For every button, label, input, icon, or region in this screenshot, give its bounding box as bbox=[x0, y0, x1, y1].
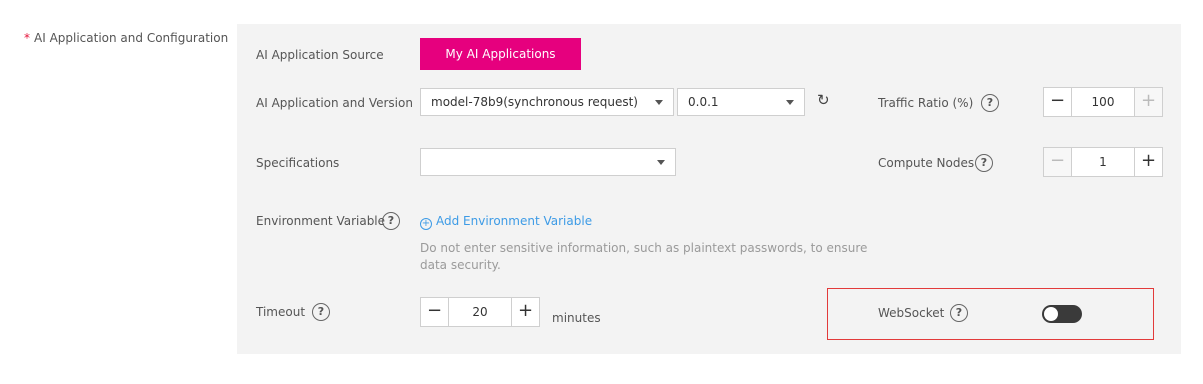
add-circle-icon: + bbox=[420, 218, 432, 230]
ai-application-value: model-78b9(synchronous request) bbox=[431, 95, 638, 109]
chevron-down-icon bbox=[655, 100, 663, 105]
version-select[interactable]: 0.0.1 bbox=[677, 88, 805, 116]
help-icon[interactable]: ? bbox=[950, 304, 968, 322]
source-label: AI Application Source bbox=[256, 48, 384, 62]
websocket-label: WebSocket bbox=[878, 306, 945, 320]
my-ai-applications-button[interactable]: My AI Applications bbox=[420, 38, 581, 70]
specifications-label: Specifications bbox=[256, 156, 340, 170]
timeout-stepper[interactable]: − 20 + bbox=[420, 297, 540, 327]
app-version-label: AI Application and Version bbox=[256, 96, 413, 110]
version-value: 0.0.1 bbox=[688, 95, 719, 109]
decrement-button[interactable]: − bbox=[421, 298, 449, 326]
chevron-down-icon bbox=[786, 100, 794, 105]
increment-button[interactable]: + bbox=[511, 298, 539, 326]
increment-button[interactable]: + bbox=[1134, 148, 1162, 176]
help-icon[interactable]: ? bbox=[981, 94, 999, 112]
websocket-highlight-box bbox=[827, 288, 1154, 340]
decrement-button[interactable]: − bbox=[1044, 148, 1072, 176]
specifications-select[interactable] bbox=[420, 148, 676, 176]
add-env-variable-link[interactable]: + Add Environment Variable bbox=[420, 214, 592, 230]
timeout-label: Timeout bbox=[256, 305, 306, 319]
required-mark: * bbox=[24, 31, 30, 45]
traffic-ratio-stepper[interactable]: − 100 + bbox=[1043, 87, 1163, 117]
env-variable-label: Environment Variable bbox=[256, 214, 386, 228]
traffic-ratio-label: Traffic Ratio (%) bbox=[878, 96, 974, 110]
timeout-unit: minutes bbox=[552, 311, 601, 325]
toggle-knob bbox=[1044, 307, 1058, 321]
help-icon[interactable]: ? bbox=[382, 212, 400, 230]
websocket-toggle[interactable] bbox=[1042, 305, 1082, 323]
help-icon[interactable]: ? bbox=[312, 303, 330, 321]
traffic-ratio-value[interactable]: 100 bbox=[1072, 95, 1134, 109]
compute-nodes-value[interactable]: 1 bbox=[1072, 155, 1134, 169]
compute-nodes-label: Compute Nodes bbox=[878, 156, 975, 170]
increment-button[interactable]: + bbox=[1134, 88, 1162, 116]
security-hint: Do not enter sensitive information, such… bbox=[420, 241, 868, 272]
chevron-down-icon bbox=[657, 160, 665, 165]
section-label: * AI Application and Configuration bbox=[24, 31, 228, 45]
section-title: AI Application and Configuration bbox=[34, 31, 229, 45]
decrement-button[interactable]: − bbox=[1044, 88, 1072, 116]
add-env-variable-text: Add Environment Variable bbox=[436, 214, 593, 228]
timeout-value[interactable]: 20 bbox=[449, 305, 511, 319]
refresh-icon[interactable]: ↻ bbox=[817, 92, 833, 108]
help-icon[interactable]: ? bbox=[975, 154, 993, 172]
compute-nodes-stepper[interactable]: − 1 + bbox=[1043, 147, 1163, 177]
ai-application-select[interactable]: model-78b9(synchronous request) bbox=[420, 88, 674, 116]
